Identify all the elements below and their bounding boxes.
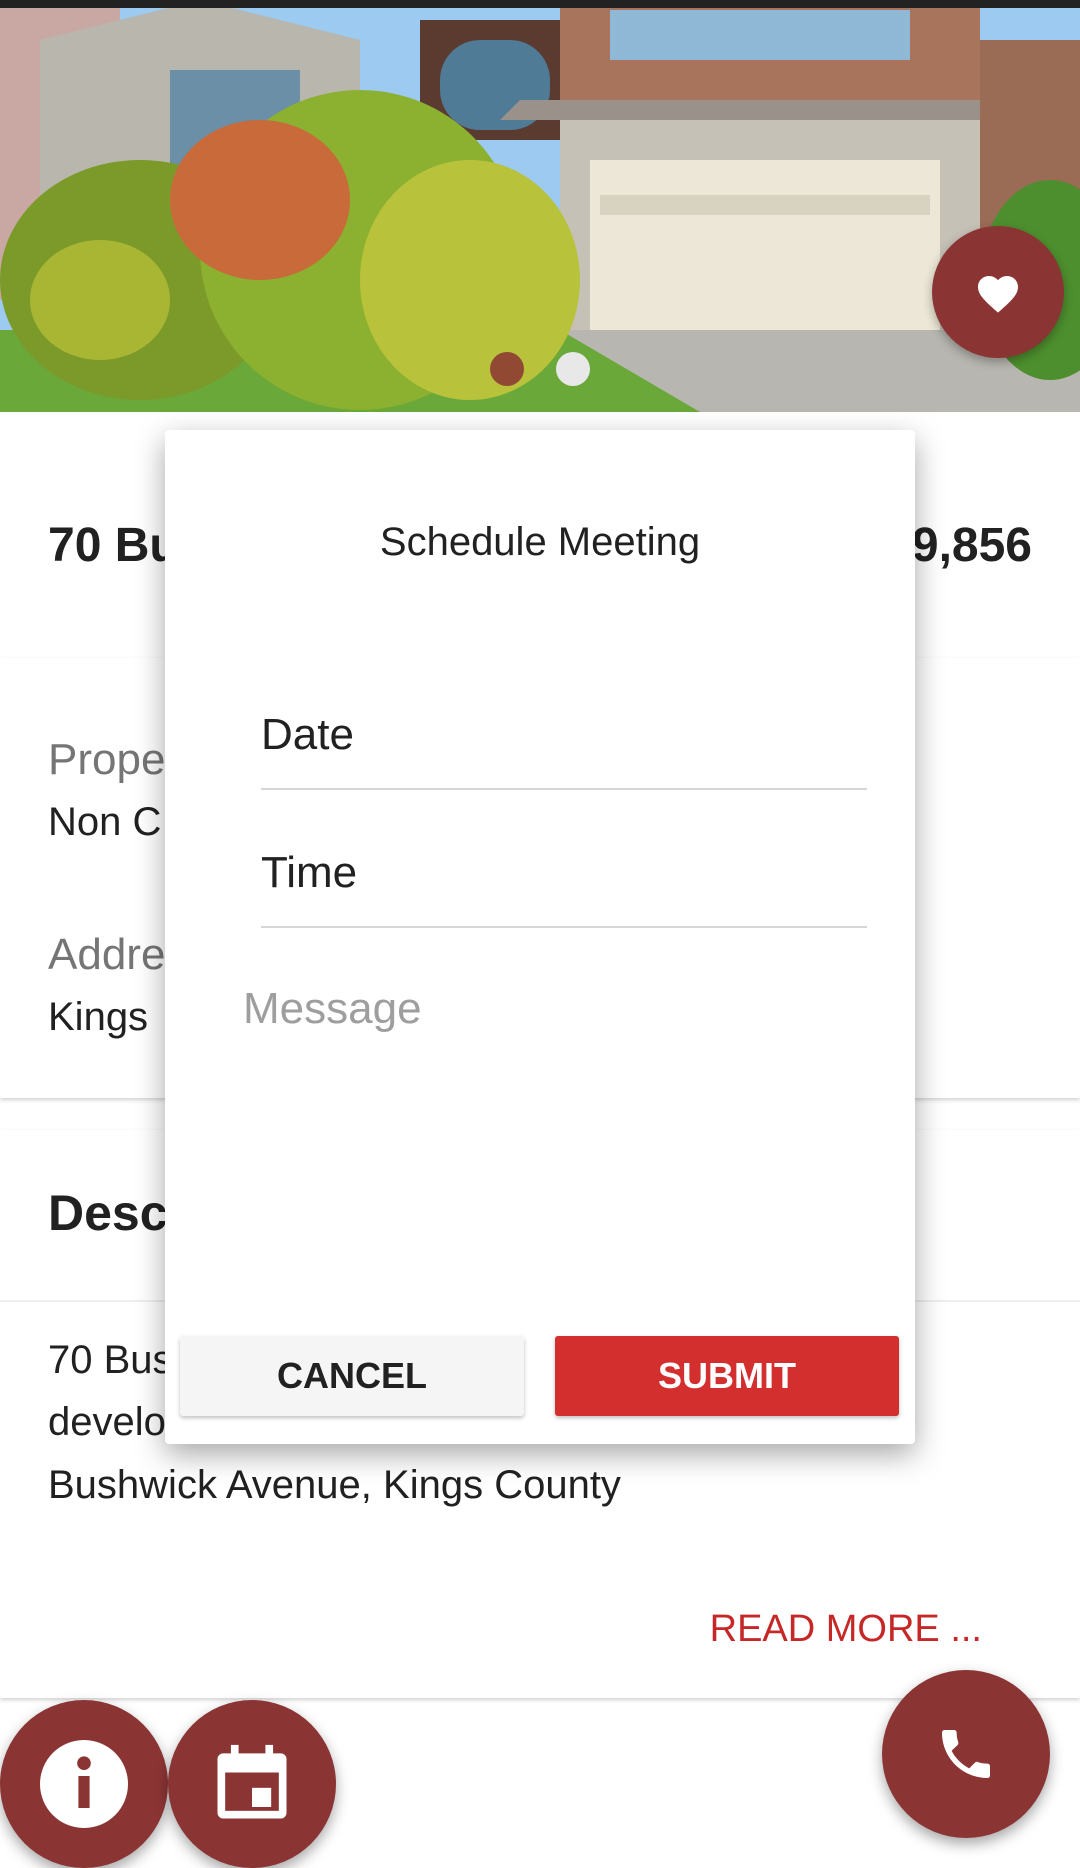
time-field-label: Time [261, 848, 358, 897]
message-input[interactable]: Message [243, 984, 422, 1034]
cancel-button[interactable]: CANCEL [180, 1336, 524, 1416]
submit-button[interactable]: SUBMIT [555, 1336, 899, 1416]
time-field[interactable]: Time [261, 806, 867, 928]
dialog-title: Schedule Meeting [379, 520, 701, 564]
schedule-meeting-dialog: Schedule Meeting Date Time Message CANCE… [165, 430, 915, 1444]
date-field[interactable]: Date [261, 668, 867, 790]
date-field-label: Date [261, 710, 354, 759]
